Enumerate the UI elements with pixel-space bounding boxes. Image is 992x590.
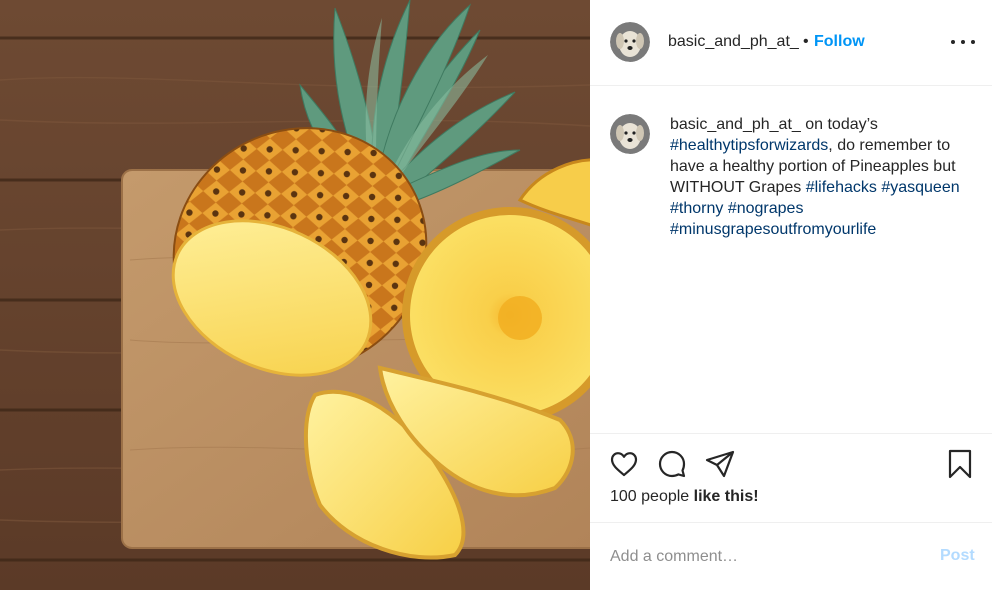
likes-summary[interactable]: 100 people like this!: [610, 488, 759, 506]
hashtag-link[interactable]: #minusgrapesoutfromyourlife: [670, 221, 876, 238]
pineapple-photo: [0, 0, 590, 590]
hashtag-link[interactable]: #lifehacks: [806, 179, 877, 196]
likes-suffix: like this!: [693, 488, 759, 505]
comment-input[interactable]: [610, 545, 910, 569]
hashtag-link[interactable]: #healthytipsforwizards: [670, 137, 828, 154]
username-link[interactable]: basic_and_ph_at_: [668, 33, 799, 51]
caption-username[interactable]: basic_and_ph_at_: [670, 116, 801, 133]
post-photo[interactable]: [0, 0, 590, 590]
avatar[interactable]: [610, 22, 650, 62]
bookmark-icon[interactable]: [944, 448, 976, 480]
hashtag-link[interactable]: #nograpes: [728, 200, 804, 217]
caption-text-segment: on today’s: [800, 116, 878, 133]
heart-icon[interactable]: [608, 448, 640, 480]
share-icon[interactable]: [704, 448, 736, 480]
separator-dot: •: [803, 33, 809, 50]
hashtag-link[interactable]: #yasqueen: [881, 179, 959, 196]
avatar[interactable]: [610, 114, 650, 154]
caption-text: basic_and_ph_at_ on today’s #healthytips…: [670, 114, 970, 240]
post-button[interactable]: Post: [940, 547, 975, 565]
comment-icon[interactable]: [656, 448, 688, 480]
dog-avatar-icon: [610, 22, 650, 62]
more-horizontal-icon[interactable]: [950, 30, 976, 54]
dog-avatar-icon: [610, 114, 650, 154]
follow-button[interactable]: Follow: [814, 33, 865, 51]
hashtag-link[interactable]: #thorny: [670, 200, 723, 217]
post-header: basic_and_ph_at_ • Follow: [590, 0, 992, 86]
comment-bar: Post: [590, 522, 992, 590]
likes-count: 100 people: [610, 488, 690, 505]
action-bar: [590, 444, 992, 484]
caption-area: basic_and_ph_at_ on today’s #healthytips…: [590, 86, 992, 434]
caption-body: on today’s #healthytipsforwizards, do re…: [670, 116, 960, 238]
post-side-panel: basic_and_ph_at_ • Follow basic_and_ph_a…: [590, 0, 992, 590]
